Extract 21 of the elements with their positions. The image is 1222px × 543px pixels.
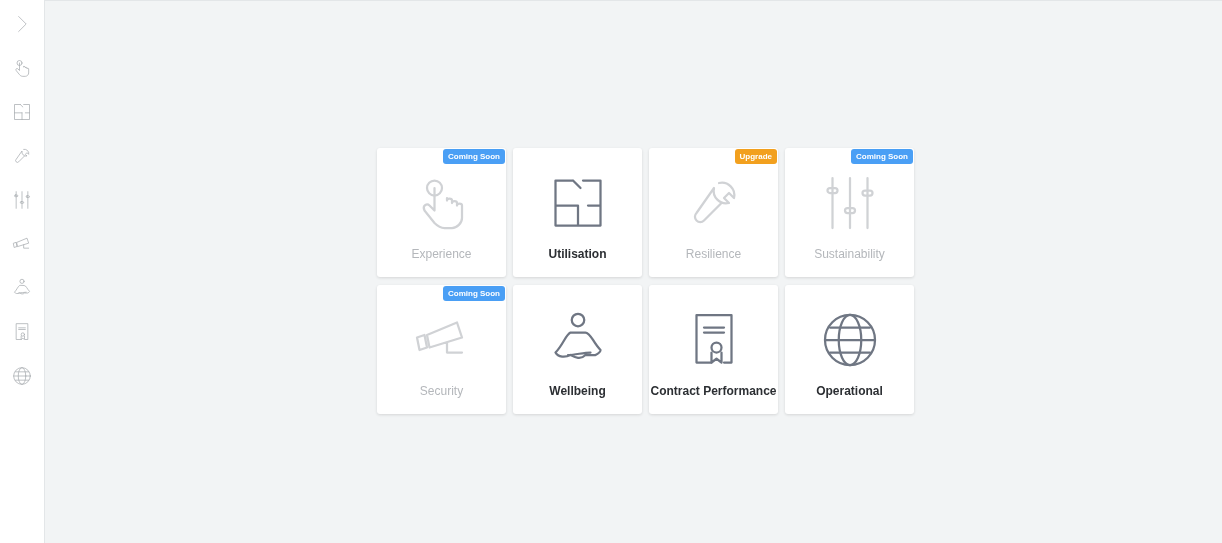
module-tile[interactable]: Wellbeing (513, 285, 642, 414)
module-tile[interactable]: Utilisation (513, 148, 642, 277)
tile-label: Wellbeing (549, 384, 606, 398)
tile-label: Contract Performance (650, 384, 777, 398)
globe-icon (12, 366, 32, 386)
status-badge: Upgrade (734, 149, 777, 164)
tile-label: Security (419, 384, 464, 398)
tile-label: Operational (816, 384, 883, 398)
tile-label: Sustainability (814, 247, 885, 261)
status-badge: Coming Soon (443, 149, 505, 164)
tile-label: Utilisation (548, 247, 607, 261)
hand-pointer-icon (12, 58, 32, 78)
sidebar-button[interactable] (10, 364, 34, 388)
tile-label: Experience (411, 247, 472, 261)
status-badge: Coming Soon (443, 286, 505, 301)
floor-plan-icon (12, 102, 32, 122)
sliders-icon (12, 190, 32, 210)
module-tile[interactable]: Contract Performance (649, 285, 778, 414)
status-badge: Coming Soon (851, 149, 913, 164)
tile-label: Resilience (685, 247, 742, 261)
module-tile[interactable]: Operational (785, 285, 914, 414)
